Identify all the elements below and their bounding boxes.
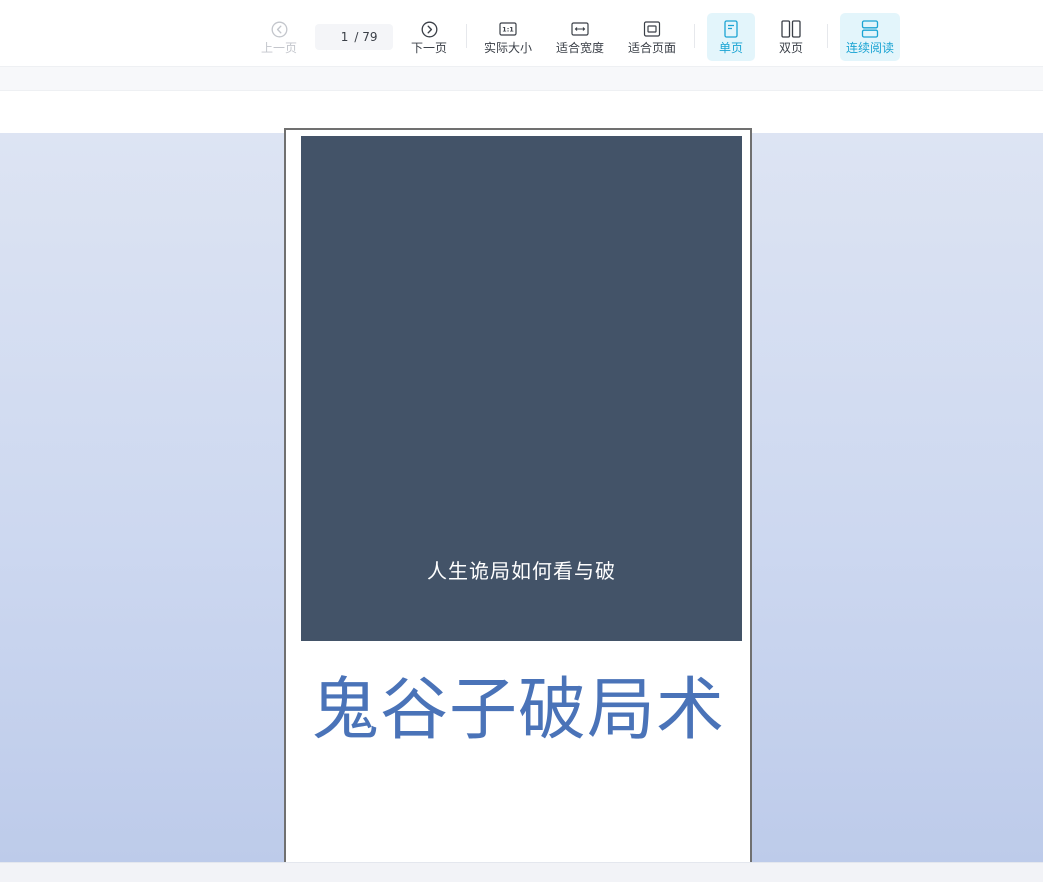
actual-size-button[interactable]: 1:1 实际大小: [480, 13, 536, 61]
page-number-input[interactable]: [330, 30, 349, 44]
continuous-reading-icon: [861, 20, 879, 38]
single-page-icon: [724, 20, 738, 38]
cover-subtitle: 人生诡局如何看与破: [427, 559, 616, 583]
chevron-left-circle-icon: [271, 20, 288, 38]
fit-width-label: 适合宽度: [555, 41, 604, 55]
double-page-label: 双页: [778, 41, 803, 55]
page-indicator: / 79: [315, 24, 393, 50]
toolbar-divider: [694, 24, 695, 48]
subbar: [0, 67, 1043, 91]
fit-page-icon: [643, 20, 661, 38]
prev-page-label: 上一页: [260, 41, 297, 55]
double-page-icon: [781, 20, 801, 38]
total-pages: / 79: [354, 30, 378, 44]
svg-text:1:1: 1:1: [502, 26, 514, 34]
toolbar-divider: [827, 24, 828, 48]
toolbar-divider: [466, 24, 467, 48]
actual-size-label: 实际大小: [483, 41, 532, 55]
fit-width-icon: [571, 20, 589, 38]
fit-page-button[interactable]: 适合页面: [624, 13, 680, 61]
continuous-reading-button[interactable]: 连续阅读: [840, 13, 900, 61]
double-page-button[interactable]: 双页: [768, 13, 814, 61]
toolbar: 上一页 / 79 下一页 1:1 实际大小 适合宽度 适合页面 单页: [0, 0, 1043, 67]
bottom-bar: [0, 862, 1043, 882]
single-page-button[interactable]: 单页: [707, 13, 755, 61]
prev-page-button[interactable]: 上一页: [257, 13, 301, 61]
continuous-reading-label: 连续阅读: [845, 41, 894, 55]
next-page-button[interactable]: 下一页: [407, 13, 451, 61]
fit-width-button[interactable]: 适合宽度: [552, 13, 608, 61]
fit-page-label: 适合页面: [627, 41, 676, 55]
actual-size-icon: 1:1: [499, 20, 517, 38]
book-title: 鬼谷子破局术: [310, 671, 725, 750]
single-page-label: 单页: [718, 41, 743, 55]
document-page: 人生诡局如何看与破 鬼谷子破局术: [284, 128, 752, 868]
cover-image: 人生诡局如何看与破: [301, 136, 742, 641]
next-page-label: 下一页: [410, 41, 447, 55]
chevron-right-circle-icon: [421, 20, 438, 38]
